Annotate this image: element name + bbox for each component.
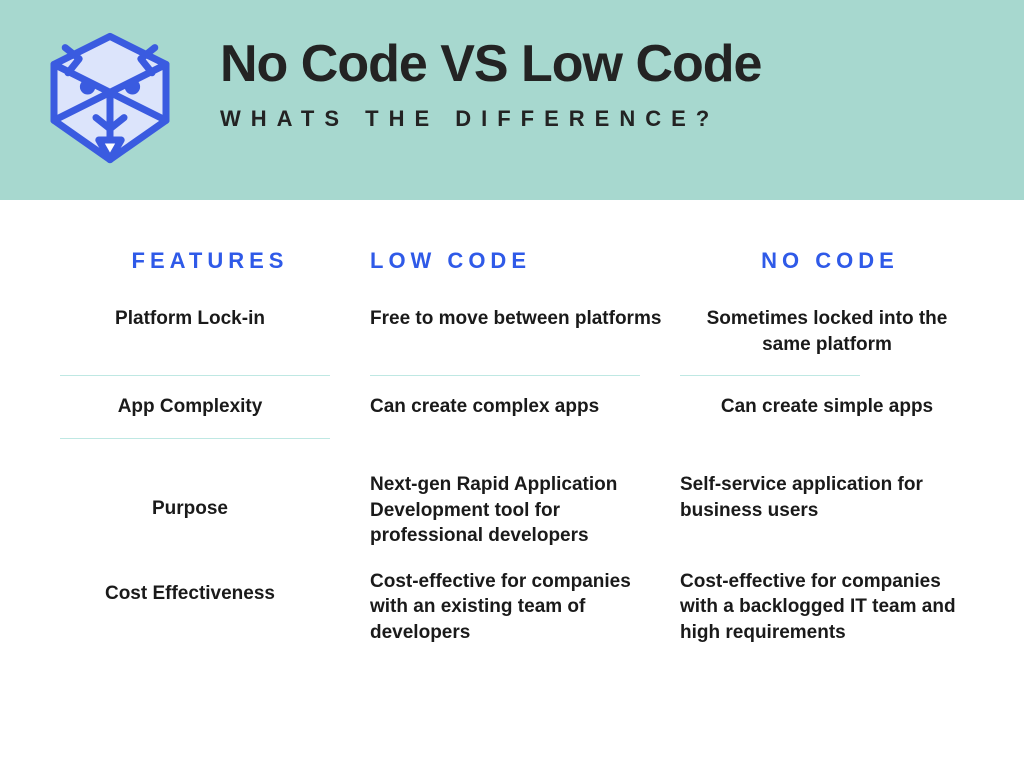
header-banner: No Code VS Low Code WHATS THE DIFFERENCE… xyxy=(0,0,1024,200)
comparison-table: FEATURES LOW CODE NO CODE Platform Lock-… xyxy=(0,200,1024,656)
lowcode-value: Can create complex apps xyxy=(370,384,670,430)
column-header-lowcode: LOW CODE xyxy=(370,240,670,296)
tiger-logo-icon xyxy=(40,28,180,168)
feature-label: Cost Effectiveness xyxy=(60,559,360,656)
row-divider xyxy=(370,375,640,376)
row-divider xyxy=(60,438,330,439)
lowcode-value: Free to move between platforms xyxy=(370,296,670,367)
nocode-value: Self-service application for business us… xyxy=(680,462,980,559)
page-subtitle: WHATS THE DIFFERENCE? xyxy=(220,106,984,132)
column-header-nocode: NO CODE xyxy=(680,240,980,296)
feature-label: Platform Lock-in xyxy=(60,296,360,367)
lowcode-value: Next-gen Rapid Application Development t… xyxy=(370,462,670,559)
nocode-value: Sometimes locked into the same platform xyxy=(680,296,980,367)
row-divider xyxy=(680,375,860,376)
nocode-value: Can create simple apps xyxy=(680,384,980,430)
nocode-value: Cost-effective for companies with a back… xyxy=(680,559,980,656)
feature-label: Purpose xyxy=(60,462,360,559)
feature-label: App Complexity xyxy=(60,384,360,430)
lowcode-value: Cost-effective for companies with an exi… xyxy=(370,559,670,656)
row-divider xyxy=(60,375,330,376)
column-header-features: FEATURES xyxy=(60,240,360,296)
page-title: No Code VS Low Code xyxy=(220,34,984,94)
title-block: No Code VS Low Code WHATS THE DIFFERENCE… xyxy=(220,28,984,132)
